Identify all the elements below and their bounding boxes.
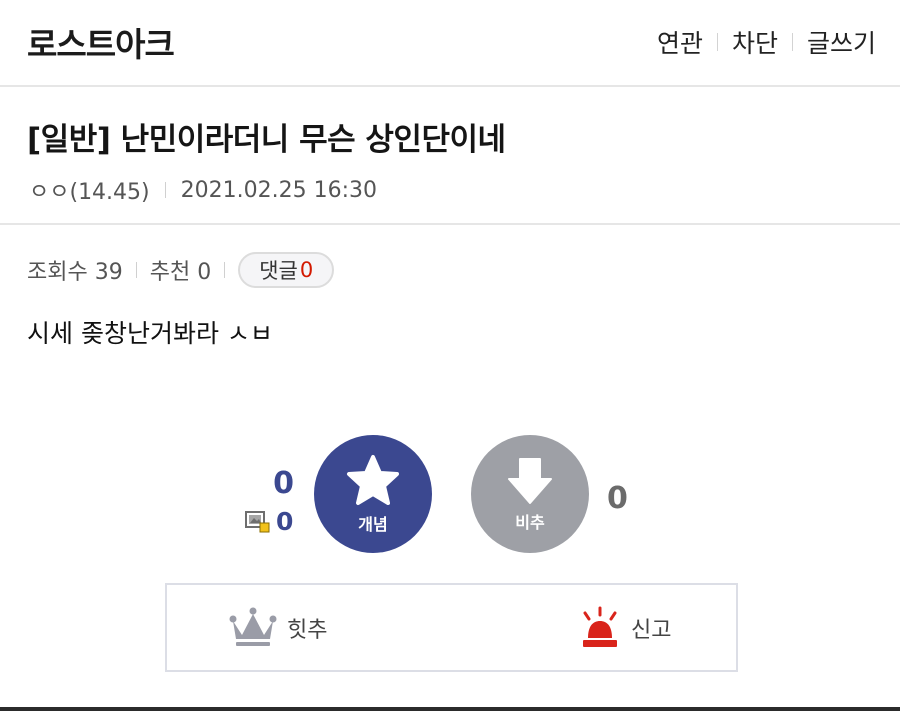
nav-divider [791, 33, 793, 51]
upvote-button[interactable]: 개념 [314, 435, 432, 553]
report-button[interactable]: 신고 [579, 585, 671, 670]
comment-label: 댓글 [259, 259, 298, 283]
fix-nick-count-row: 0 [245, 507, 293, 536]
stats-divider [224, 262, 226, 278]
write-link[interactable]: 글쓰기 [807, 24, 876, 60]
comment-count: 0 [299, 258, 314, 282]
bottom-divider [0, 707, 900, 711]
upvote-count: 0 [273, 466, 294, 501]
comment-button[interactable]: 댓글 0 [238, 252, 335, 288]
gallery-title[interactable]: 로스트아크 [27, 18, 175, 66]
stats-divider [135, 262, 137, 278]
upvote-label: 개념 [358, 515, 388, 534]
downvote-count: 0 [607, 481, 628, 516]
meta-divider [164, 182, 166, 198]
block-link[interactable]: 차단 [732, 24, 778, 60]
action-box: 힛추 신고 [165, 583, 738, 672]
star-icon [347, 455, 399, 505]
crown-icon [229, 607, 277, 646]
fix-nick-count: 0 [276, 507, 294, 536]
siren-icon [583, 606, 617, 647]
hit-button[interactable]: 힛추 [229, 585, 327, 670]
downvote-button[interactable]: 비추 [471, 435, 589, 553]
post-title: [일반] 난민이라더니 무슨 상인단이네 [27, 122, 506, 158]
report-label: 신고 [631, 617, 672, 643]
post-stats: 조회수 39 추천 0 댓글 0 [27, 252, 335, 288]
view-count: 조회수 39 [27, 260, 123, 285]
top-bar: 로스트아크 연관 차단 글쓰기 [0, 0, 900, 87]
post-body: 시세 좆창난거봐라 ㅅㅂ [27, 319, 273, 348]
hit-label: 힛추 [287, 617, 328, 643]
downvote-label: 비추 [515, 513, 545, 532]
post-author[interactable]: ㅇㅇ(14.45) [29, 174, 150, 206]
top-nav: 연관 차단 글쓰기 [657, 24, 876, 60]
post-datetime: 2021.02.25 16:30 [180, 177, 377, 203]
related-link[interactable]: 연관 [657, 24, 703, 60]
post-meta: ㅇㅇ(14.45) 2021.02.25 16:30 [29, 174, 377, 206]
fix-image-icon [245, 510, 270, 532]
arrow-down-icon [508, 458, 552, 504]
recommend-count: 추천 0 [149, 260, 212, 285]
post-header: [일반] 난민이라더니 무슨 상인단이네 ㅇㅇ(14.45) 2021.02.2… [0, 87, 900, 225]
nav-divider [716, 33, 718, 51]
post-page: 로스트아크 연관 차단 글쓰기 [일반] 난민이라더니 무슨 상인단이네 ㅇㅇ(… [0, 0, 900, 711]
